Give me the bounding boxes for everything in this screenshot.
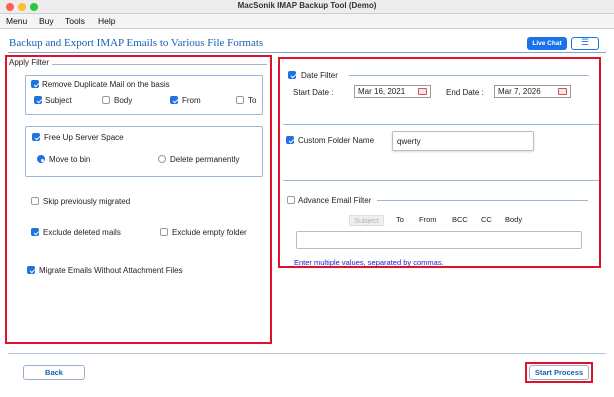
folder-section-divider (283, 180, 599, 181)
without-attachment-checkbox[interactable] (27, 266, 35, 274)
advance-filter-rule (377, 200, 588, 201)
advance-filter-label: Advance Email Filter (298, 196, 372, 205)
menu-item-menu[interactable]: Menu (6, 16, 27, 26)
to-label: To (248, 96, 257, 105)
free-up-label: Free Up Server Space (44, 133, 124, 142)
skip-migrated-checkbox[interactable] (31, 197, 39, 205)
start-calendar-icon[interactable] (418, 88, 427, 95)
apply-filter-legend: Apply Filter (9, 58, 53, 67)
advance-filter-checkbox[interactable] (287, 196, 295, 204)
without-attachment-label: Migrate Emails Without Attachment Files (39, 266, 183, 275)
page-heading: Backup and Export IMAP Emails to Various… (9, 37, 264, 49)
move-to-bin-label: Move to bin (49, 155, 91, 164)
field-from-tab[interactable]: From (419, 215, 437, 224)
live-chat-button[interactable]: Live Chat (527, 37, 567, 50)
skip-migrated-label: Skip previously migrated (43, 197, 131, 206)
end-date-label: End Date : (446, 88, 484, 97)
subject-label: Subject (45, 96, 72, 105)
to-checkbox[interactable] (236, 96, 244, 104)
back-button[interactable]: Back (23, 365, 85, 380)
move-to-bin-radio[interactable] (37, 155, 45, 163)
field-to-tab[interactable]: To (396, 215, 404, 224)
custom-folder-label: Custom Folder Name (298, 136, 375, 145)
footer-divider (8, 353, 606, 354)
date-filter-label: Date Filter (301, 71, 338, 80)
custom-folder-input[interactable]: qwerty (392, 131, 534, 151)
body-label: Body (114, 96, 133, 105)
menu-bar: Menu Buy Tools Help (0, 14, 614, 29)
exclude-empty-label: Exclude empty folder (172, 228, 247, 237)
advance-filter-input[interactable] (296, 231, 582, 249)
menu-item-buy[interactable]: Buy (39, 16, 54, 26)
custom-folder-checkbox[interactable] (286, 136, 294, 144)
hamburger-icon: ☰ (580, 37, 590, 47)
advance-filter-hint: Enter multiple values, separated by comm… (294, 258, 444, 267)
exclude-deleted-checkbox[interactable] (31, 228, 39, 236)
hamburger-menu-button[interactable]: ☰ (571, 37, 599, 50)
date-filter-rule (349, 75, 589, 76)
subject-checkbox[interactable] (34, 96, 42, 104)
delete-permanently-label: Delete permanently (170, 155, 240, 164)
window-title: MacSonik IMAP Backup Tool (Demo) (237, 1, 377, 10)
from-checkbox[interactable] (170, 96, 178, 104)
end-date-value: Mar 7, 2026 (498, 87, 541, 96)
remove-duplicate-label: Remove Duplicate Mail on the basis (42, 80, 170, 89)
free-up-checkbox[interactable] (32, 133, 40, 141)
end-calendar-icon[interactable] (558, 88, 567, 95)
start-process-button[interactable]: Start Process (529, 365, 589, 380)
date-section-divider (283, 124, 599, 125)
delete-permanently-radio[interactable] (158, 155, 166, 163)
header-divider (8, 52, 606, 53)
field-cc-tab[interactable]: CC (481, 215, 492, 224)
remove-duplicate-checkbox[interactable] (31, 80, 39, 88)
custom-folder-value: qwerty (397, 137, 421, 146)
field-body-tab[interactable]: Body (505, 215, 522, 224)
exclude-deleted-label: Exclude deleted mails (43, 228, 121, 237)
menu-item-help[interactable]: Help (98, 16, 115, 26)
menu-item-tools[interactable]: Tools (65, 16, 85, 26)
field-bcc-tab[interactable]: BCC (452, 215, 468, 224)
exclude-empty-checkbox[interactable] (160, 228, 168, 236)
title-bar: MacSonik IMAP Backup Tool (Demo) (0, 0, 614, 14)
start-date-label: Start Date : (293, 88, 334, 97)
date-filter-checkbox[interactable] (288, 71, 296, 79)
from-label: From (182, 96, 201, 105)
body-checkbox[interactable] (102, 96, 110, 104)
field-subject-tab[interactable]: Subject (349, 215, 385, 226)
start-date-value: Mar 16, 2021 (358, 87, 406, 96)
